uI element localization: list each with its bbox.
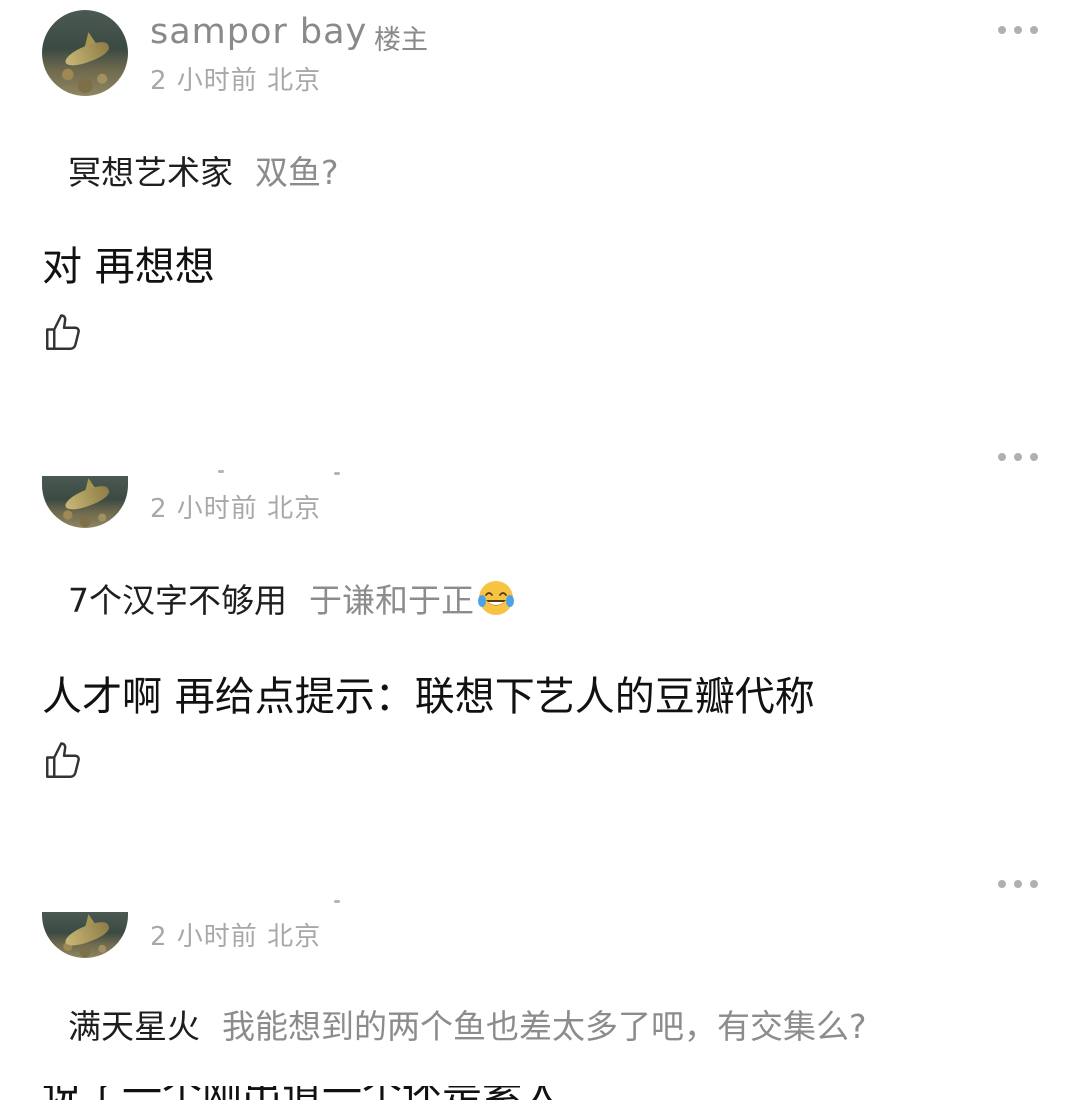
comment-meta: 2 小时前 北京 xyxy=(150,494,322,524)
quoted-comment[interactable]: 7个汉字不够用 于谦和于正 xyxy=(68,574,516,622)
more-icon[interactable] xyxy=(998,24,1038,36)
quote-text: 于谦和于正 xyxy=(309,581,474,620)
comment-3: 2 小时前 北京 满天星火 我能想到的两个鱼也差太多了吧，有交集么? xyxy=(0,850,1080,1098)
quote-author: 冥想艺术家 xyxy=(68,153,233,192)
comment-1: sampor bay 楼主 2 小时前 北京 冥想艺术家 双鱼? 对 再想想 xyxy=(0,0,1080,420)
more-icon[interactable] xyxy=(998,878,1038,890)
comment-meta: 2 小时前 北京 xyxy=(150,66,322,96)
quote-author: 满天星火 xyxy=(68,1007,200,1046)
username[interactable]: sampor bay xyxy=(150,12,367,52)
comment-meta: 2 小时前 北京 xyxy=(150,922,322,952)
reply-text: 对 再想想 xyxy=(42,244,215,290)
thumbs-up-icon[interactable] xyxy=(42,740,84,782)
quoted-comment[interactable]: 冥想艺术家 双鱼? xyxy=(68,146,339,194)
op-badge: 楼主 xyxy=(374,25,428,56)
comment-2: 2 小时前 北京 7个汉字不够用 于谦和于正 人才啊 再给点提示：联想下艺人的豆瓣… xyxy=(0,420,1080,850)
avatar[interactable] xyxy=(42,912,128,958)
face-with-tears-of-joy-emoji xyxy=(478,581,514,615)
avatar[interactable] xyxy=(42,10,128,96)
quote-text: 双鱼? xyxy=(255,153,339,192)
avatar[interactable] xyxy=(42,476,128,528)
quote-text: 我能想到的两个鱼也差太多了吧，有交集么? xyxy=(222,1007,867,1046)
quote-author: 7个汉字不够用 xyxy=(68,581,287,620)
thumbs-up-icon[interactable] xyxy=(42,312,84,354)
more-icon[interactable] xyxy=(998,451,1038,463)
quoted-comment[interactable]: 满天星火 我能想到的两个鱼也差太多了吧，有交集么? xyxy=(68,1000,867,1048)
reply-text: 人才啊 再给点提示：联想下艺人的豆瓣代称 xyxy=(42,674,815,720)
